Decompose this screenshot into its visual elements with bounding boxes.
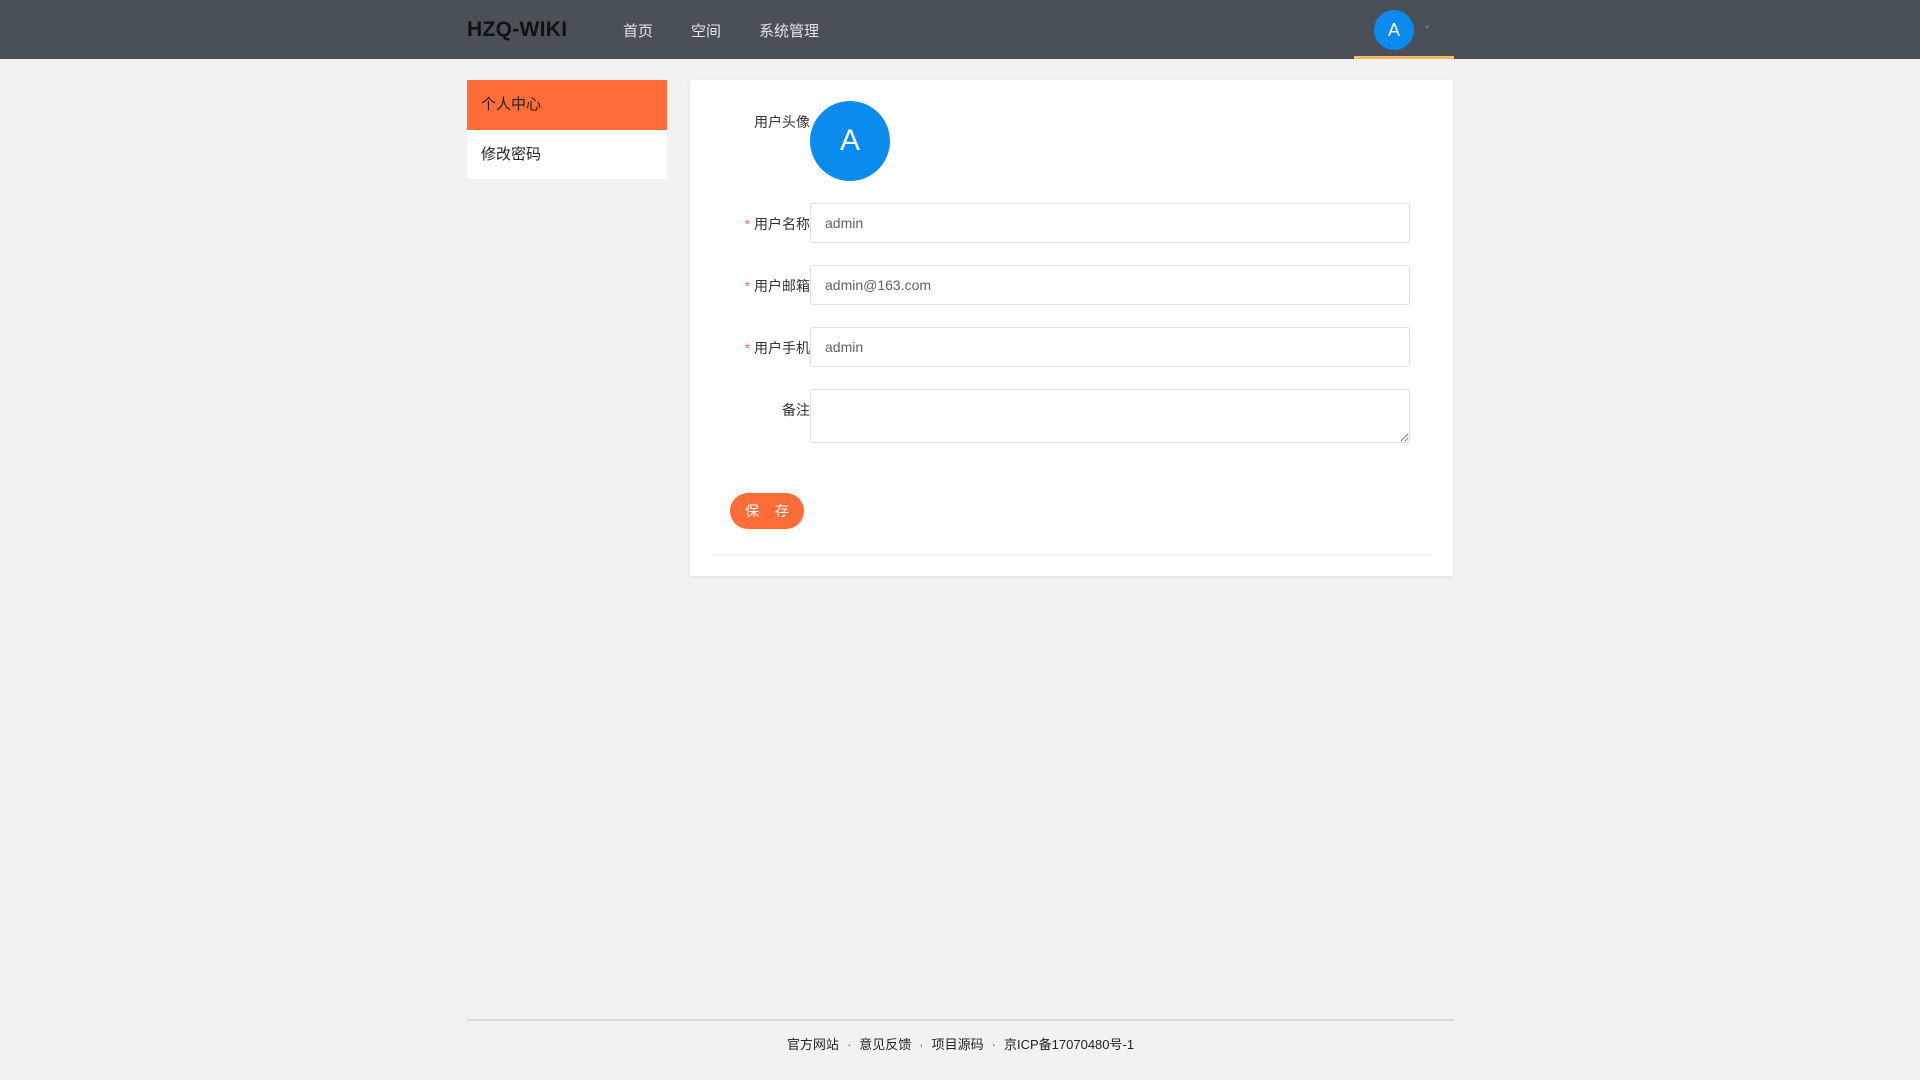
- username-label: * 用户名称: [690, 214, 810, 234]
- username-input[interactable]: [810, 203, 1410, 243]
- phone-label-text: 用户手机: [754, 340, 810, 356]
- divider: [710, 554, 1433, 555]
- phone-label: * 用户手机: [690, 338, 810, 358]
- footer-link-official-site[interactable]: 官方网站: [787, 1037, 839, 1052]
- save-button[interactable]: 保 存: [730, 493, 804, 529]
- remark-label: 备注: [782, 402, 810, 418]
- profile-form-panel: 用户头像 A *用户名称 *用户邮箱 *用户手机 备注 保 存: [690, 80, 1453, 576]
- footer-separator: ·: [846, 1037, 852, 1052]
- sidebar-menu: 个人中心 修改密码: [467, 80, 667, 179]
- required-mark: *: [744, 340, 750, 356]
- email-label: * 用户邮箱: [690, 276, 810, 296]
- required-mark: *: [744, 216, 750, 232]
- footer-link-icp[interactable]: 京ICP备17070480号-1: [1004, 1037, 1134, 1052]
- email-label-text: 用户邮箱: [754, 278, 810, 294]
- sidebar-item-change-password[interactable]: 修改密码: [467, 130, 667, 180]
- profile-avatar[interactable]: A: [810, 101, 890, 181]
- avatar[interactable]: A: [1374, 10, 1414, 50]
- phone-input[interactable]: [810, 327, 1410, 367]
- chevron-down-icon[interactable]: ⌄: [1423, 20, 1431, 31]
- email-input[interactable]: [810, 265, 1410, 305]
- avatar-label: 用户头像: [754, 114, 810, 130]
- required-mark: *: [744, 278, 750, 294]
- nav-item-space[interactable]: 空间: [691, 20, 721, 41]
- username-label-text: 用户名称: [754, 216, 810, 232]
- app-logo[interactable]: HZQ-WIKI: [467, 18, 567, 42]
- top-navbar: HZQ-WIKI 首页 空间 系统管理 A ⌄: [0, 0, 1920, 59]
- footer: 官方网站 · 意见反馈 · 项目源码 · 京ICP备17070480号-1: [467, 1034, 1454, 1053]
- remark-textarea[interactable]: [810, 389, 1410, 443]
- footer-divider: [467, 1019, 1454, 1021]
- nav-item-home[interactable]: 首页: [623, 20, 653, 41]
- footer-separator: ·: [919, 1037, 924, 1052]
- footer-link-feedback[interactable]: 意见反馈: [859, 1037, 911, 1052]
- footer-separator: ·: [991, 1037, 996, 1052]
- sidebar-item-profile[interactable]: 个人中心: [467, 80, 667, 130]
- footer-link-source-code[interactable]: 项目源码: [932, 1037, 984, 1052]
- nav-item-system-management[interactable]: 系统管理: [759, 20, 819, 41]
- user-menu[interactable]: A ⌄: [1354, 0, 1454, 59]
